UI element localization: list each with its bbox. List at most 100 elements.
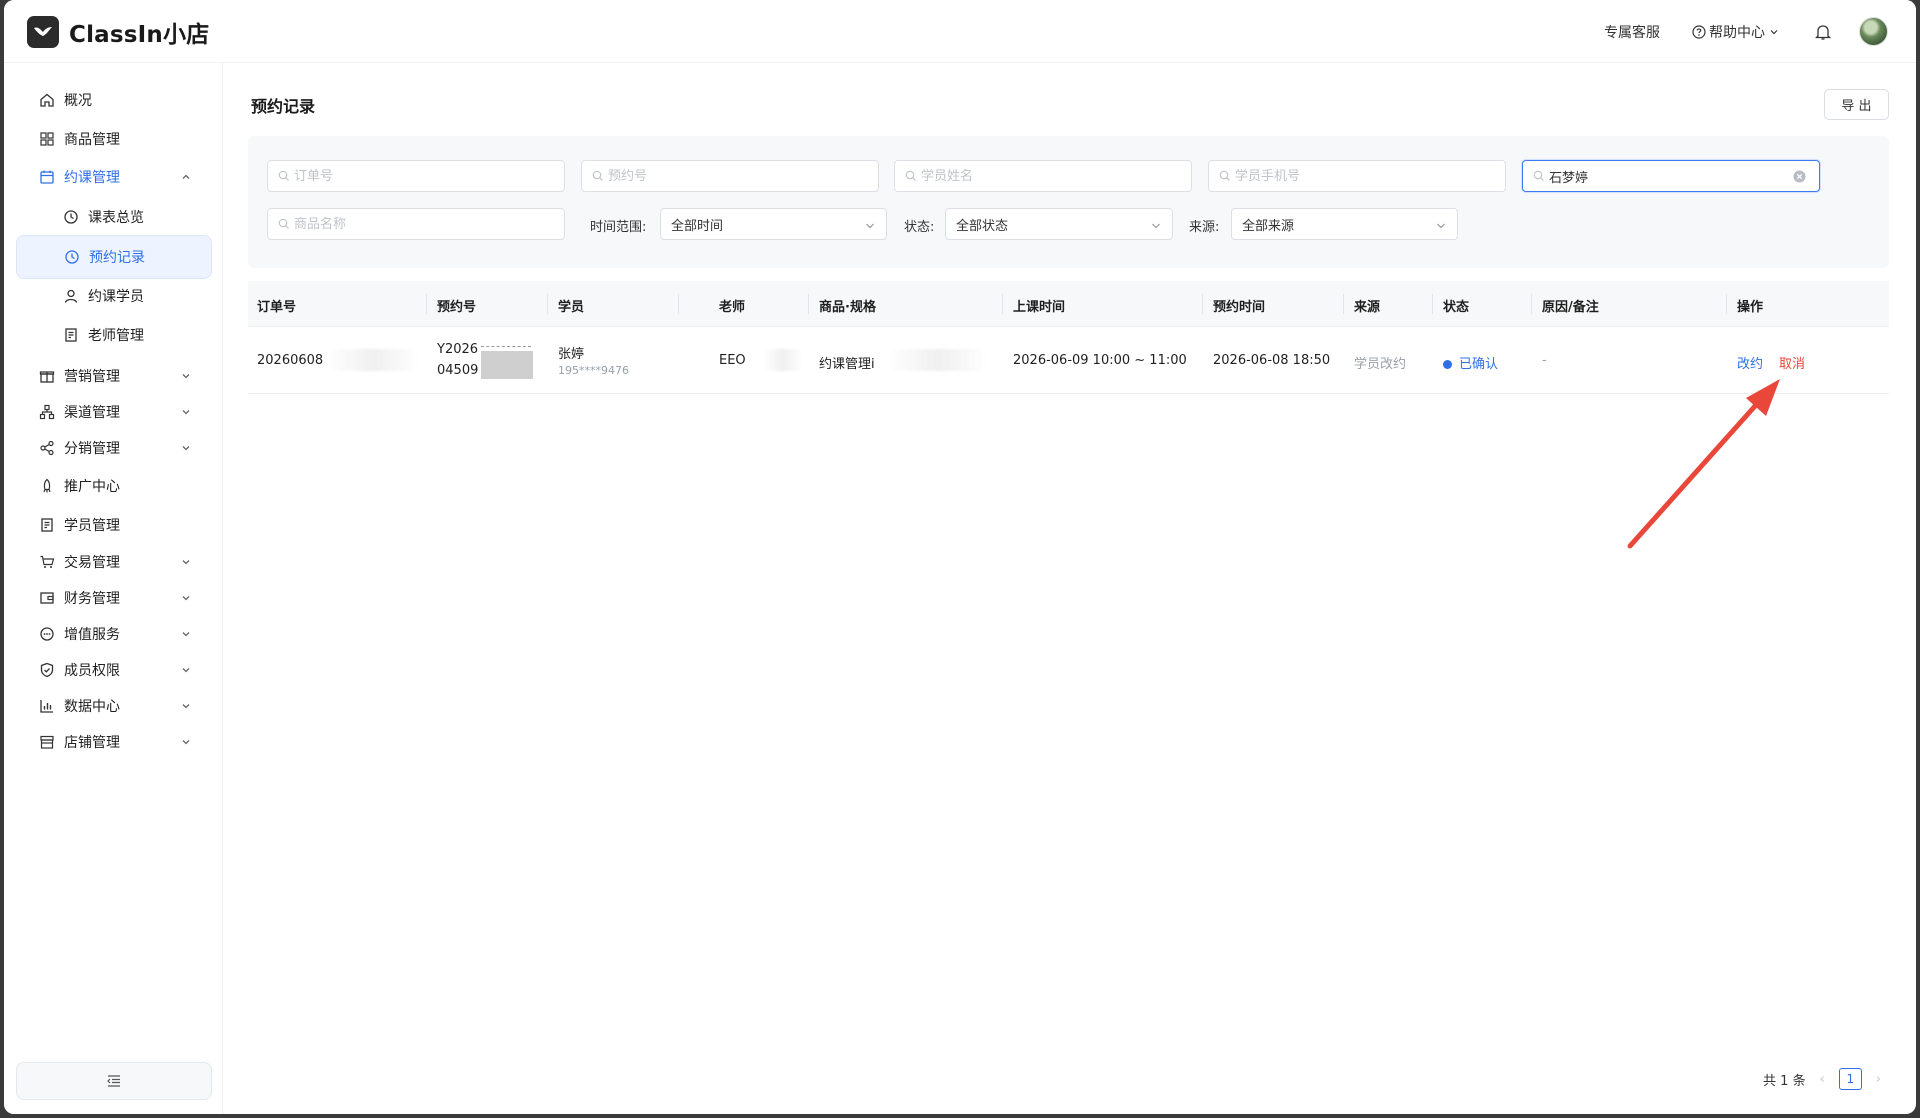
booking-no-input[interactable]: [608, 168, 878, 184]
document-icon: [38, 516, 56, 534]
product-name-input[interactable]: [294, 216, 564, 232]
help-center-link[interactable]: 帮助中心: [1692, 22, 1783, 42]
order-no-field[interactable]: [267, 160, 565, 192]
sidebar-item-value-added[interactable]: 增值服务: [16, 614, 212, 654]
table-row: 20260608 Y2026 04509 张婷 195****9476 EEO …: [248, 327, 1889, 394]
clear-icon[interactable]: [1793, 170, 1806, 183]
source-cell: 学员改约: [1354, 357, 1407, 372]
student-phone-cell: 195****9476: [558, 364, 629, 377]
sidebar-item-booking-students[interactable]: 约课学员: [16, 276, 212, 316]
main-content: 预约记录 导 出 订单号 预约号 学员姓名 学员手机号 石梦婷 商品名称 时间范…: [224, 63, 1916, 1114]
question-circle-icon: [1692, 24, 1706, 39]
sidebar-item-schedule-overview[interactable]: 课表总览: [16, 197, 212, 237]
export-button[interactable]: 导 出: [1824, 89, 1889, 120]
student-phone-input[interactable]: [1235, 168, 1505, 184]
column-divider: [1343, 294, 1344, 314]
chevron-down-icon: [1770, 29, 1778, 34]
app-window: ClassIn小店 专属客服 帮助中心 概况 商品管理 约课管理 课表总览 预约…: [4, 0, 1916, 1114]
sidebar-item-label: 渠道管理: [64, 405, 120, 421]
teacher-input[interactable]: [1549, 168, 1819, 184]
chevron-down-icon: [182, 668, 190, 673]
status-value: 全部状态: [956, 218, 1009, 234]
chevron-down-icon: [182, 446, 190, 451]
column-header: 来源: [1354, 300, 1381, 315]
chevron-left-icon[interactable]: ‹: [1820, 1072, 1825, 1087]
status-text: 已确认: [1459, 357, 1499, 372]
rocket-icon: [38, 477, 56, 495]
teacher-field[interactable]: [1522, 160, 1820, 192]
source-select[interactable]: 全部来源: [1231, 208, 1458, 240]
sidebar: 概况 商品管理 约课管理 课表总览 预约记录 约课学员 老师管理 营销管理 渠道…: [4, 63, 223, 1114]
wallet-icon: [38, 589, 56, 607]
booking-no-line2: 04509: [437, 363, 479, 378]
sidebar-item-permissions[interactable]: 成员权限: [16, 650, 212, 690]
sidebar-item-channels[interactable]: 渠道管理: [16, 392, 212, 432]
sidebar-item-label: 概况: [64, 93, 92, 109]
column-divider: [1531, 294, 1532, 314]
app-name: ClassIn小店: [69, 22, 210, 48]
sidebar-item-store[interactable]: 店铺管理: [16, 722, 212, 762]
pagination: 共 1 条 ‹ 1 ›: [1763, 1068, 1881, 1090]
sidebar-item-label: 课表总览: [88, 210, 144, 226]
student-phone-field[interactable]: [1208, 160, 1506, 192]
cart-icon: [38, 553, 56, 571]
sidebar-item-label: 数据中心: [64, 699, 120, 715]
support-link[interactable]: 专属客服: [1604, 22, 1660, 42]
sidebar-item-marketing[interactable]: 营销管理: [16, 356, 212, 396]
time-range-select[interactable]: 全部时间: [660, 208, 887, 240]
remark-cell: -: [1542, 353, 1547, 368]
sidebar-item-data-center[interactable]: 数据中心: [16, 686, 212, 726]
chat-icon: [38, 625, 56, 643]
table-header: 订单号 预约号 学员 老师 商品·规格 上课时间 预约时间 来源 状态 原因/备…: [248, 281, 1889, 327]
order-no-input[interactable]: [294, 168, 564, 184]
source-value: 全部来源: [1242, 218, 1295, 234]
sidebar-item-finance[interactable]: 财务管理: [16, 578, 212, 618]
sidebar-item-booking-records[interactable]: 预约记录: [16, 235, 212, 279]
chevron-down-icon: [182, 560, 190, 565]
sidebar-item-label: 商品管理: [64, 132, 120, 148]
sidebar-item-promotion[interactable]: 推广中心: [16, 466, 212, 506]
sidebar-item-teachers[interactable]: 老师管理: [16, 315, 212, 355]
column-header: 订单号: [257, 300, 297, 315]
student-name-input[interactable]: [921, 168, 1191, 184]
column-header: 状态: [1443, 300, 1470, 315]
sidebar-item-label: 营销管理: [64, 369, 120, 385]
page-number[interactable]: 1: [1838, 1068, 1862, 1090]
booking-no-field[interactable]: [581, 160, 879, 192]
booking-no-line1: Y2026: [437, 342, 479, 357]
column-divider: [1432, 294, 1433, 314]
notification-button[interactable]: [1815, 23, 1831, 41]
column-divider: [1202, 294, 1203, 314]
sidebar-item-trading[interactable]: 交易管理: [16, 542, 212, 582]
sidebar-collapse-button[interactable]: [16, 1062, 212, 1100]
product-cell: 约课管理i: [819, 357, 875, 372]
sidebar-item-label: 成员权限: [64, 663, 120, 679]
cancel-link[interactable]: 取消: [1779, 353, 1805, 372]
gift-icon: [38, 367, 56, 385]
share-icon: [38, 439, 56, 457]
avatar[interactable]: [1859, 17, 1888, 46]
column-header: 预约时间: [1213, 300, 1266, 315]
status-select[interactable]: 全部状态: [945, 208, 1173, 240]
logo[interactable]: ClassIn小店: [27, 15, 209, 49]
time-range-value: 全部时间: [671, 218, 724, 234]
search-icon: [1533, 170, 1544, 181]
sidebar-item-label: 老师管理: [88, 328, 144, 344]
redaction-line: [481, 346, 531, 347]
sidebar-item-students[interactable]: 学员管理: [16, 505, 212, 545]
sidebar-item-overview[interactable]: 概况: [16, 80, 212, 120]
student-name-field[interactable]: [894, 160, 1192, 192]
booking-time-cell: 2026-06-08 18:50: [1213, 353, 1331, 368]
product-name-field[interactable]: [267, 208, 565, 240]
sidebar-item-products[interactable]: 商品管理: [16, 119, 212, 159]
column-divider: [426, 294, 427, 314]
reschedule-link[interactable]: 改约: [1737, 353, 1763, 372]
sidebar-item-distribution[interactable]: 分销管理: [16, 428, 212, 468]
sidebar-item-label: 店铺管理: [64, 735, 120, 751]
chevron-right-icon[interactable]: ›: [1876, 1072, 1881, 1087]
column-divider: [547, 294, 548, 314]
sidebar-item-booking[interactable]: 约课管理: [16, 157, 212, 197]
chevron-down-icon: [866, 223, 874, 229]
time-range-label: 时间范围:: [590, 220, 647, 235]
sidebar-item-label: 财务管理: [64, 591, 120, 607]
